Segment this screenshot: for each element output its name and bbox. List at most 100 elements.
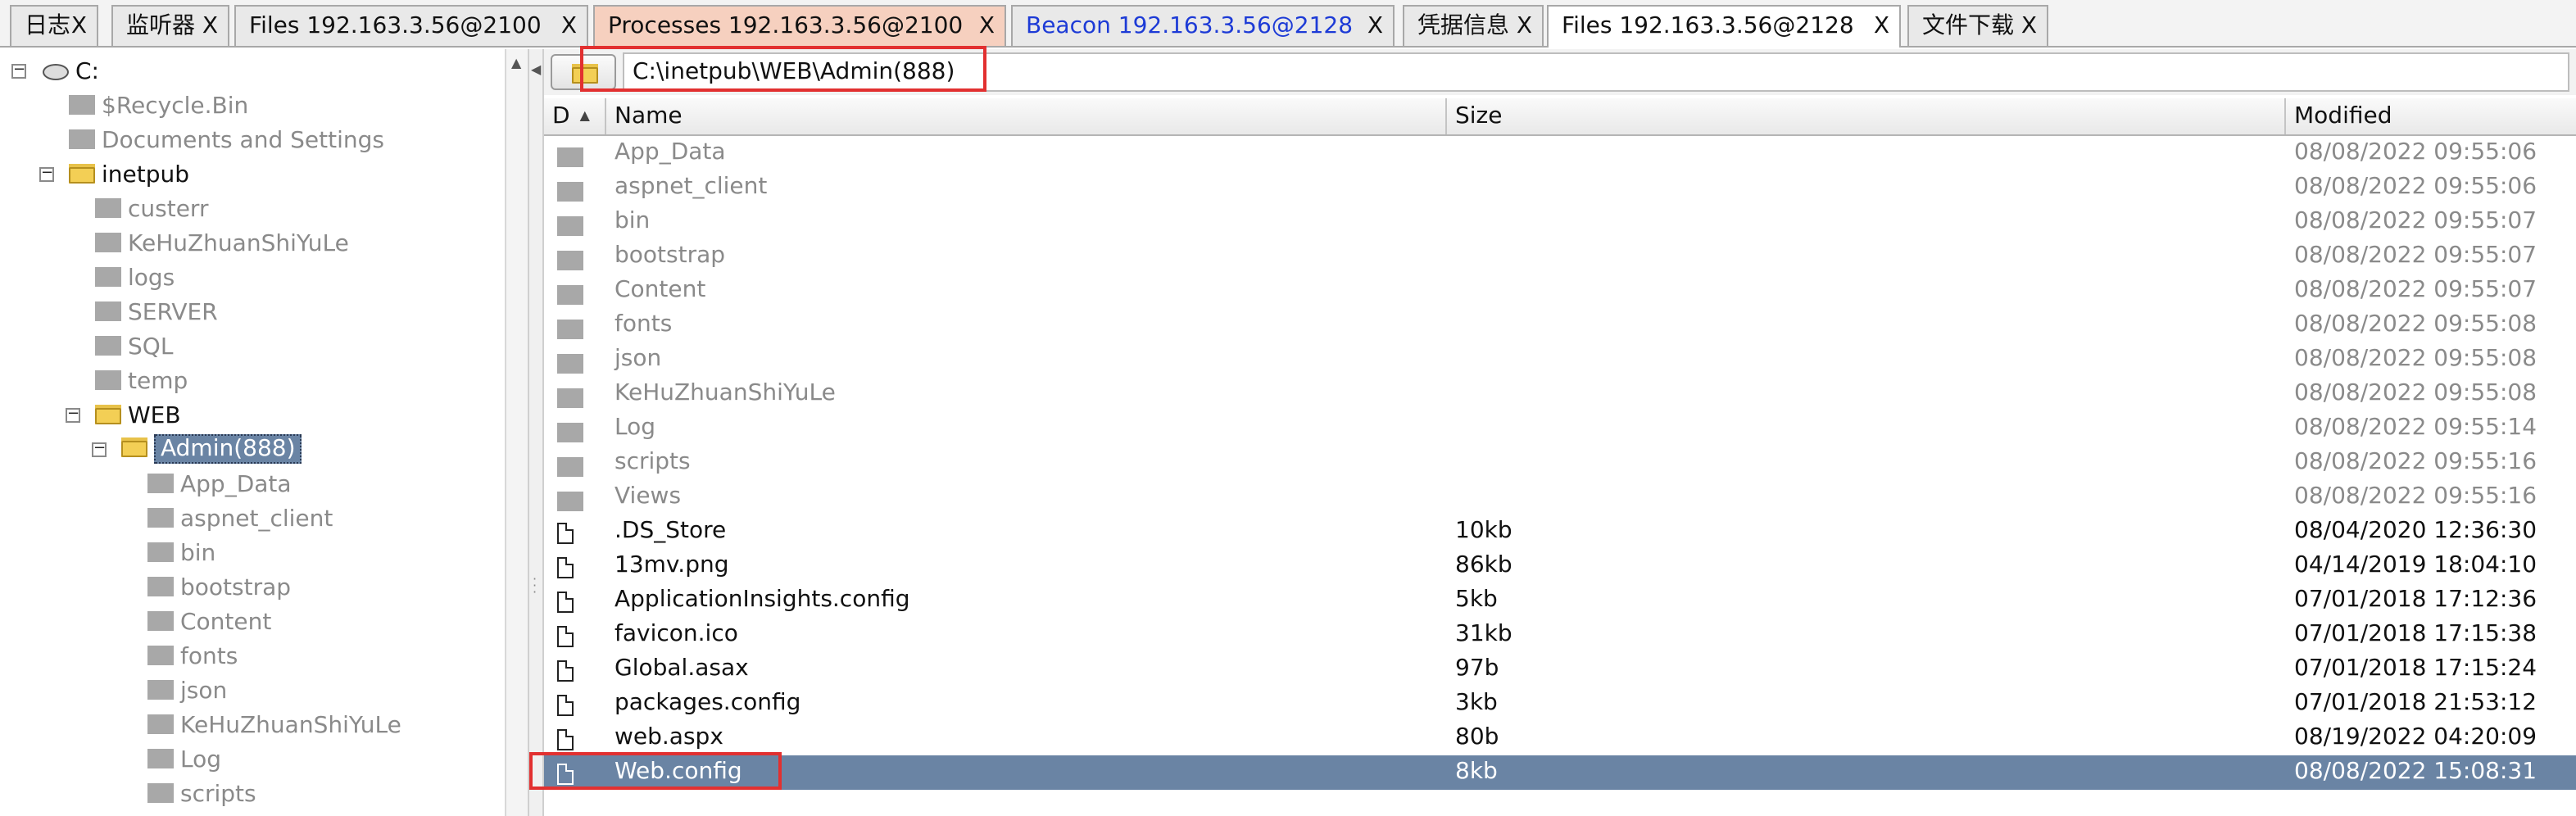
column-header-size[interactable]: Size (1447, 98, 2286, 134)
tree-node[interactable]: scripts (147, 778, 256, 811)
tab-label: 监听器 (126, 13, 195, 39)
column-header-d[interactable]: D ▲ (544, 98, 606, 134)
folder-icon (147, 680, 174, 700)
tree-node[interactable]: aspnet_client (147, 503, 333, 536)
tree-node[interactable]: SQL (95, 331, 173, 364)
tree-node-inetpub[interactable]: inetpub (69, 159, 189, 192)
tree-scrollbar[interactable]: ▲ (505, 49, 529, 816)
file-name: web.aspx (615, 724, 723, 750)
file-icon (557, 729, 574, 750)
tree-node[interactable]: App_Data (147, 469, 292, 501)
tree-node[interactable]: fonts (147, 641, 238, 673)
tab-close-button[interactable]: X (202, 7, 218, 46)
tree-node[interactable]: SERVER (95, 297, 218, 329)
table-row-selected[interactable]: Web.config 8kb 08/08/2022 15:08:31 (544, 755, 2576, 790)
column-header-modified[interactable]: Modified (2286, 98, 2576, 134)
pane-splitter[interactable]: ◀ · · · (528, 49, 544, 816)
table-row[interactable]: Log 08/08/2022 09:55:14 (544, 411, 2576, 446)
file-name: App_Data (615, 139, 726, 165)
file-size: 5kb (1455, 587, 1498, 613)
file-modified: 07/01/2018 17:15:24 (2294, 655, 2537, 682)
collapse-toggle[interactable]: − (11, 63, 26, 79)
file-modified: 08/08/2022 15:08:31 (2294, 759, 2537, 785)
table-row[interactable]: fonts 08/08/2022 09:55:08 (544, 308, 2576, 342)
tab-close-button[interactable]: X (1517, 7, 1532, 46)
table-row[interactable]: favicon.ico 31kb 07/01/2018 17:15:38 (544, 618, 2576, 652)
file-icon (557, 592, 574, 613)
table-row[interactable]: Content 08/08/2022 09:55:07 (544, 274, 2576, 308)
collapse-toggle[interactable]: − (39, 166, 54, 182)
folder-icon (95, 233, 121, 252)
tree-node[interactable]: json (147, 675, 227, 708)
tab-processes-2100[interactable]: Processes 192.163.3.56@2100 X (593, 5, 1006, 46)
tree-node[interactable]: Content (147, 606, 271, 639)
tree-node-admin-selected[interactable]: Admin(888) (121, 433, 302, 465)
tab-close-button[interactable]: X (1367, 7, 1383, 46)
tab-listeners[interactable]: 监听器 X (111, 5, 229, 46)
table-row[interactable]: ApplicationInsights.config 5kb 07/01/201… (544, 583, 2576, 618)
file-name: Global.asax (615, 655, 749, 682)
tab-close-button[interactable]: X (979, 7, 995, 46)
file-name: json (615, 346, 662, 372)
parent-folder-button[interactable] (551, 54, 616, 90)
table-row[interactable]: .DS_Store 10kb 08/04/2020 12:36:30 (544, 515, 2576, 549)
table-row[interactable]: Global.asax 97b 07/01/2018 17:15:24 (544, 652, 2576, 687)
file-modified: 08/04/2020 12:36:30 (2294, 518, 2537, 544)
column-header-name[interactable]: Name (606, 98, 1447, 134)
folder-icon (557, 320, 583, 339)
file-modified: 04/14/2019 18:04:10 (2294, 552, 2537, 578)
folder-icon (557, 457, 583, 477)
tree-node[interactable]: logs (95, 262, 175, 295)
tab-files-2100[interactable]: Files 192.163.3.56@2100 X (234, 5, 588, 46)
file-name: ApplicationInsights.config (615, 587, 910, 613)
tree-node[interactable]: $Recycle.Bin (69, 90, 248, 123)
file-icon (557, 695, 574, 716)
path-bar (544, 49, 2576, 95)
tab-close-button[interactable]: X (71, 7, 87, 46)
table-row[interactable]: Views 08/08/2022 09:55:16 (544, 480, 2576, 515)
tree-node[interactable]: bootstrap (147, 572, 291, 605)
table-row[interactable]: web.aspx 80b 08/19/2022 04:20:09 (544, 721, 2576, 755)
folder-icon (95, 370, 121, 390)
file-name: Log (615, 415, 656, 441)
collapse-left-arrow-icon[interactable]: ◀ (531, 62, 541, 77)
path-input[interactable] (623, 52, 2569, 92)
file-name: fonts (615, 311, 673, 338)
table-row[interactable]: json 08/08/2022 09:55:08 (544, 342, 2576, 377)
tree-node[interactable]: temp (95, 365, 188, 398)
table-row[interactable]: bin 08/08/2022 09:55:07 (544, 205, 2576, 239)
tree-node-c-drive[interactable]: C: (43, 56, 99, 88)
tab-log[interactable]: 日志 X (10, 5, 98, 46)
table-row[interactable]: App_Data 08/08/2022 09:55:06 (544, 136, 2576, 170)
table-row[interactable]: packages.config 3kb 07/01/2018 21:53:12 (544, 687, 2576, 721)
folder-icon (147, 508, 174, 528)
tab-credentials[interactable]: 凭据信息 X (1403, 5, 1544, 46)
tab-bar: 日志 X 监听器 X Files 192.163.3.56@2100 X Proces… (0, 0, 2576, 48)
folder-icon (69, 129, 95, 149)
table-row[interactable]: scripts 08/08/2022 09:55:16 (544, 446, 2576, 480)
table-row[interactable]: aspnet_client 08/08/2022 09:55:06 (544, 170, 2576, 205)
sort-ascending-icon: ▲ (579, 108, 590, 123)
tab-downloads[interactable]: 文件下载 X (1907, 5, 2048, 46)
tree-node[interactable]: custerr (95, 193, 208, 226)
tree-node[interactable]: KeHuZhuanShiYuLe (95, 228, 349, 261)
table-row[interactable]: KeHuZhuanShiYuLe 08/08/2022 09:55:08 (544, 377, 2576, 411)
table-row[interactable]: 13mv.png 86kb 04/14/2019 18:04:10 (544, 549, 2576, 583)
file-name: .DS_Store (615, 518, 727, 544)
file-modified: 07/01/2018 21:53:12 (2294, 690, 2537, 716)
tab-close-button[interactable]: X (2021, 7, 2037, 46)
tree-node-web[interactable]: WEB (95, 400, 181, 433)
tab-files-2128[interactable]: Files 192.163.3.56@2128 X (1547, 5, 1901, 48)
scroll-up-arrow-icon[interactable]: ▲ (511, 56, 521, 70)
tab-close-button[interactable]: X (561, 7, 577, 46)
table-row[interactable]: bootstrap 08/08/2022 09:55:07 (544, 239, 2576, 274)
tab-close-button[interactable]: X (1874, 7, 1889, 46)
tree-node[interactable]: bin (147, 537, 215, 570)
tree-node[interactable]: Log (147, 744, 221, 777)
file-modified: 08/08/2022 09:55:08 (2294, 346, 2537, 372)
collapse-toggle[interactable]: − (92, 442, 107, 457)
collapse-toggle[interactable]: − (66, 407, 80, 423)
tree-node[interactable]: Documents and Settings (69, 125, 384, 157)
tab-beacon-2128[interactable]: Beacon 192.163.3.56@2128 X (1011, 5, 1395, 46)
tree-node[interactable]: KeHuZhuanShiYuLe (147, 709, 401, 742)
